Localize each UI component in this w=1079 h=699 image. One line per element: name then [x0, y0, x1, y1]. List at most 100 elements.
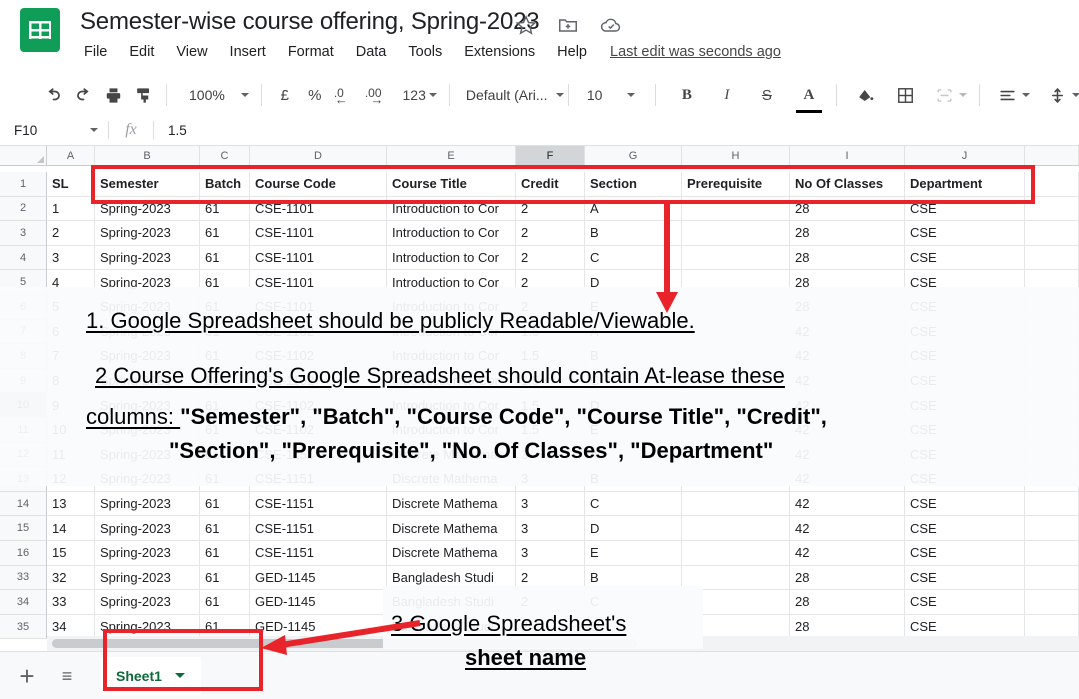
menu-item-format[interactable]: Format [277, 42, 345, 62]
cell-H3[interactable] [682, 221, 790, 246]
cell-D33[interactable]: GED-1145 [250, 565, 387, 591]
cell-A9[interactable]: 8 [47, 368, 95, 394]
cloud-saved-icon[interactable] [599, 14, 621, 36]
cell-A5[interactable]: 4 [47, 270, 95, 295]
menu-item-extensions[interactable]: Extensions [453, 42, 546, 62]
cell-D15[interactable]: CSE-1151 [250, 516, 387, 541]
cell-H7[interactable] [682, 319, 790, 345]
cell-E4[interactable]: Introduction to Cor [387, 245, 516, 271]
menu-item-data[interactable]: Data [345, 42, 398, 62]
formula-input[interactable]: 1.5 [154, 123, 187, 138]
cell-C14[interactable]: 61 [200, 491, 250, 517]
cell-B13[interactable]: Spring-2023 [95, 467, 200, 492]
row-header-6[interactable]: 6 [0, 295, 47, 320]
cell-A8[interactable]: 7 [47, 344, 95, 369]
cell-A4[interactable]: 3 [47, 245, 95, 271]
cell-B34[interactable]: Spring-2023 [95, 590, 200, 615]
cell-C3[interactable]: 61 [200, 221, 250, 246]
cell-B14[interactable]: Spring-2023 [95, 491, 200, 517]
cell-I8[interactable]: 42 [790, 344, 905, 369]
cell-F3[interactable]: 2 [516, 221, 585, 246]
row-header-2[interactable]: 2 [0, 196, 47, 222]
increase-decimal-button[interactable]: .00 → [361, 80, 399, 110]
cell-A15[interactable]: 14 [47, 516, 95, 541]
decrease-decimal-button[interactable]: .0 ← [330, 80, 361, 110]
row-header-16[interactable]: 16 [0, 541, 47, 566]
all-sheets-icon[interactable]: ≡ [48, 657, 86, 695]
cell-J7[interactable]: CSE [905, 319, 1025, 345]
more-formats-button[interactable]: 123 [399, 80, 441, 110]
cell-H6[interactable] [682, 295, 790, 320]
cell-J13[interactable]: CSE [905, 467, 1025, 492]
menu-item-view[interactable]: View [165, 42, 218, 62]
cell-C13[interactable]: 61 [200, 467, 250, 492]
cell-F4[interactable]: 2 [516, 245, 585, 271]
cell-A16[interactable]: 15 [47, 541, 95, 566]
cell-E16[interactable]: Discrete Mathema [387, 541, 516, 566]
cell-B33[interactable]: Spring-2023 [95, 565, 200, 591]
cell-D5[interactable]: CSE-1101 [250, 270, 387, 295]
cell-B5[interactable]: Spring-2023 [95, 270, 200, 295]
cell-B15[interactable]: Spring-2023 [95, 516, 200, 541]
bold-button[interactable]: B [672, 80, 702, 110]
cell-C34[interactable]: 61 [200, 590, 250, 615]
cell-B3[interactable]: Spring-2023 [95, 221, 200, 246]
cell-K13[interactable] [1025, 467, 1079, 492]
cell-I16[interactable]: 42 [790, 541, 905, 566]
column-header-c[interactable]: C [200, 146, 250, 166]
cell-J8[interactable]: CSE [905, 344, 1025, 369]
row-header-13[interactable]: 13 [0, 467, 47, 492]
cell-A3[interactable]: 2 [47, 221, 95, 246]
cell-D4[interactable]: CSE-1101 [250, 245, 387, 271]
cell-K14[interactable] [1025, 491, 1079, 517]
cell-J16[interactable]: CSE [905, 541, 1025, 566]
cell-D3[interactable]: CSE-1101 [250, 221, 387, 246]
cell-K10[interactable] [1025, 393, 1079, 418]
cell-I34[interactable]: 28 [790, 590, 905, 615]
spreadsheet-grid[interactable]: ABCDEFGHIJ 1 2 3 4 5 6 7 8 9 10 11 12 13 14 15 16 33 34 35… [0, 146, 1079, 651]
print-icon[interactable] [98, 80, 128, 110]
cell-K16[interactable] [1025, 541, 1079, 566]
paint-format-icon[interactable] [128, 80, 158, 110]
column-header-b[interactable]: B [95, 146, 200, 166]
row-header-33[interactable]: 33 [0, 565, 47, 591]
column-header-a[interactable]: A [47, 146, 95, 166]
font-size-select[interactable]: 10 [577, 80, 647, 110]
cell-K4[interactable] [1025, 245, 1079, 271]
cell-F13[interactable]: 3 [516, 467, 585, 492]
menu-item-tools[interactable]: Tools [397, 42, 453, 62]
cell-H33[interactable] [682, 565, 790, 591]
cell-H14[interactable] [682, 491, 790, 517]
function-icon[interactable]: fx [109, 121, 153, 139]
cell-H13[interactable] [682, 467, 790, 492]
percent-format-button[interactable]: % [300, 80, 330, 110]
column-header-e[interactable]: E [387, 146, 516, 166]
select-all-corner[interactable] [0, 146, 47, 166]
cell-K7[interactable] [1025, 319, 1079, 345]
column-header-k[interactable] [1025, 146, 1079, 166]
cell-H34[interactable] [682, 590, 790, 615]
add-sheet-icon[interactable]: + [8, 657, 46, 695]
cell-I12[interactable]: 42 [790, 442, 905, 468]
cell-E3[interactable]: Introduction to Cor [387, 221, 516, 246]
cell-J34[interactable]: CSE [905, 590, 1025, 615]
cell-C16[interactable]: 61 [200, 541, 250, 566]
cell-K33[interactable] [1025, 565, 1079, 591]
cell-F14[interactable]: 3 [516, 491, 585, 517]
merge-cells-icon[interactable] [931, 80, 971, 110]
row-header-7[interactable]: 7 [0, 319, 47, 345]
cell-E13[interactable]: Discrete Mathema [387, 467, 516, 492]
undo-icon[interactable] [38, 80, 68, 110]
cell-H5[interactable] [682, 270, 790, 295]
cell-G15[interactable]: D [585, 516, 682, 541]
row-header-1[interactable]: 1 [0, 172, 47, 197]
cell-K12[interactable] [1025, 442, 1079, 468]
borders-icon[interactable] [891, 80, 921, 110]
row-header-12[interactable]: 12 [0, 442, 47, 468]
cell-C15[interactable]: 61 [200, 516, 250, 541]
cell-C33[interactable]: 61 [200, 565, 250, 591]
zoom-control[interactable]: 100% [175, 80, 253, 110]
cell-A1[interactable]: SL [47, 172, 95, 197]
cell-F15[interactable]: 3 [516, 516, 585, 541]
cell-K3[interactable] [1025, 221, 1079, 246]
